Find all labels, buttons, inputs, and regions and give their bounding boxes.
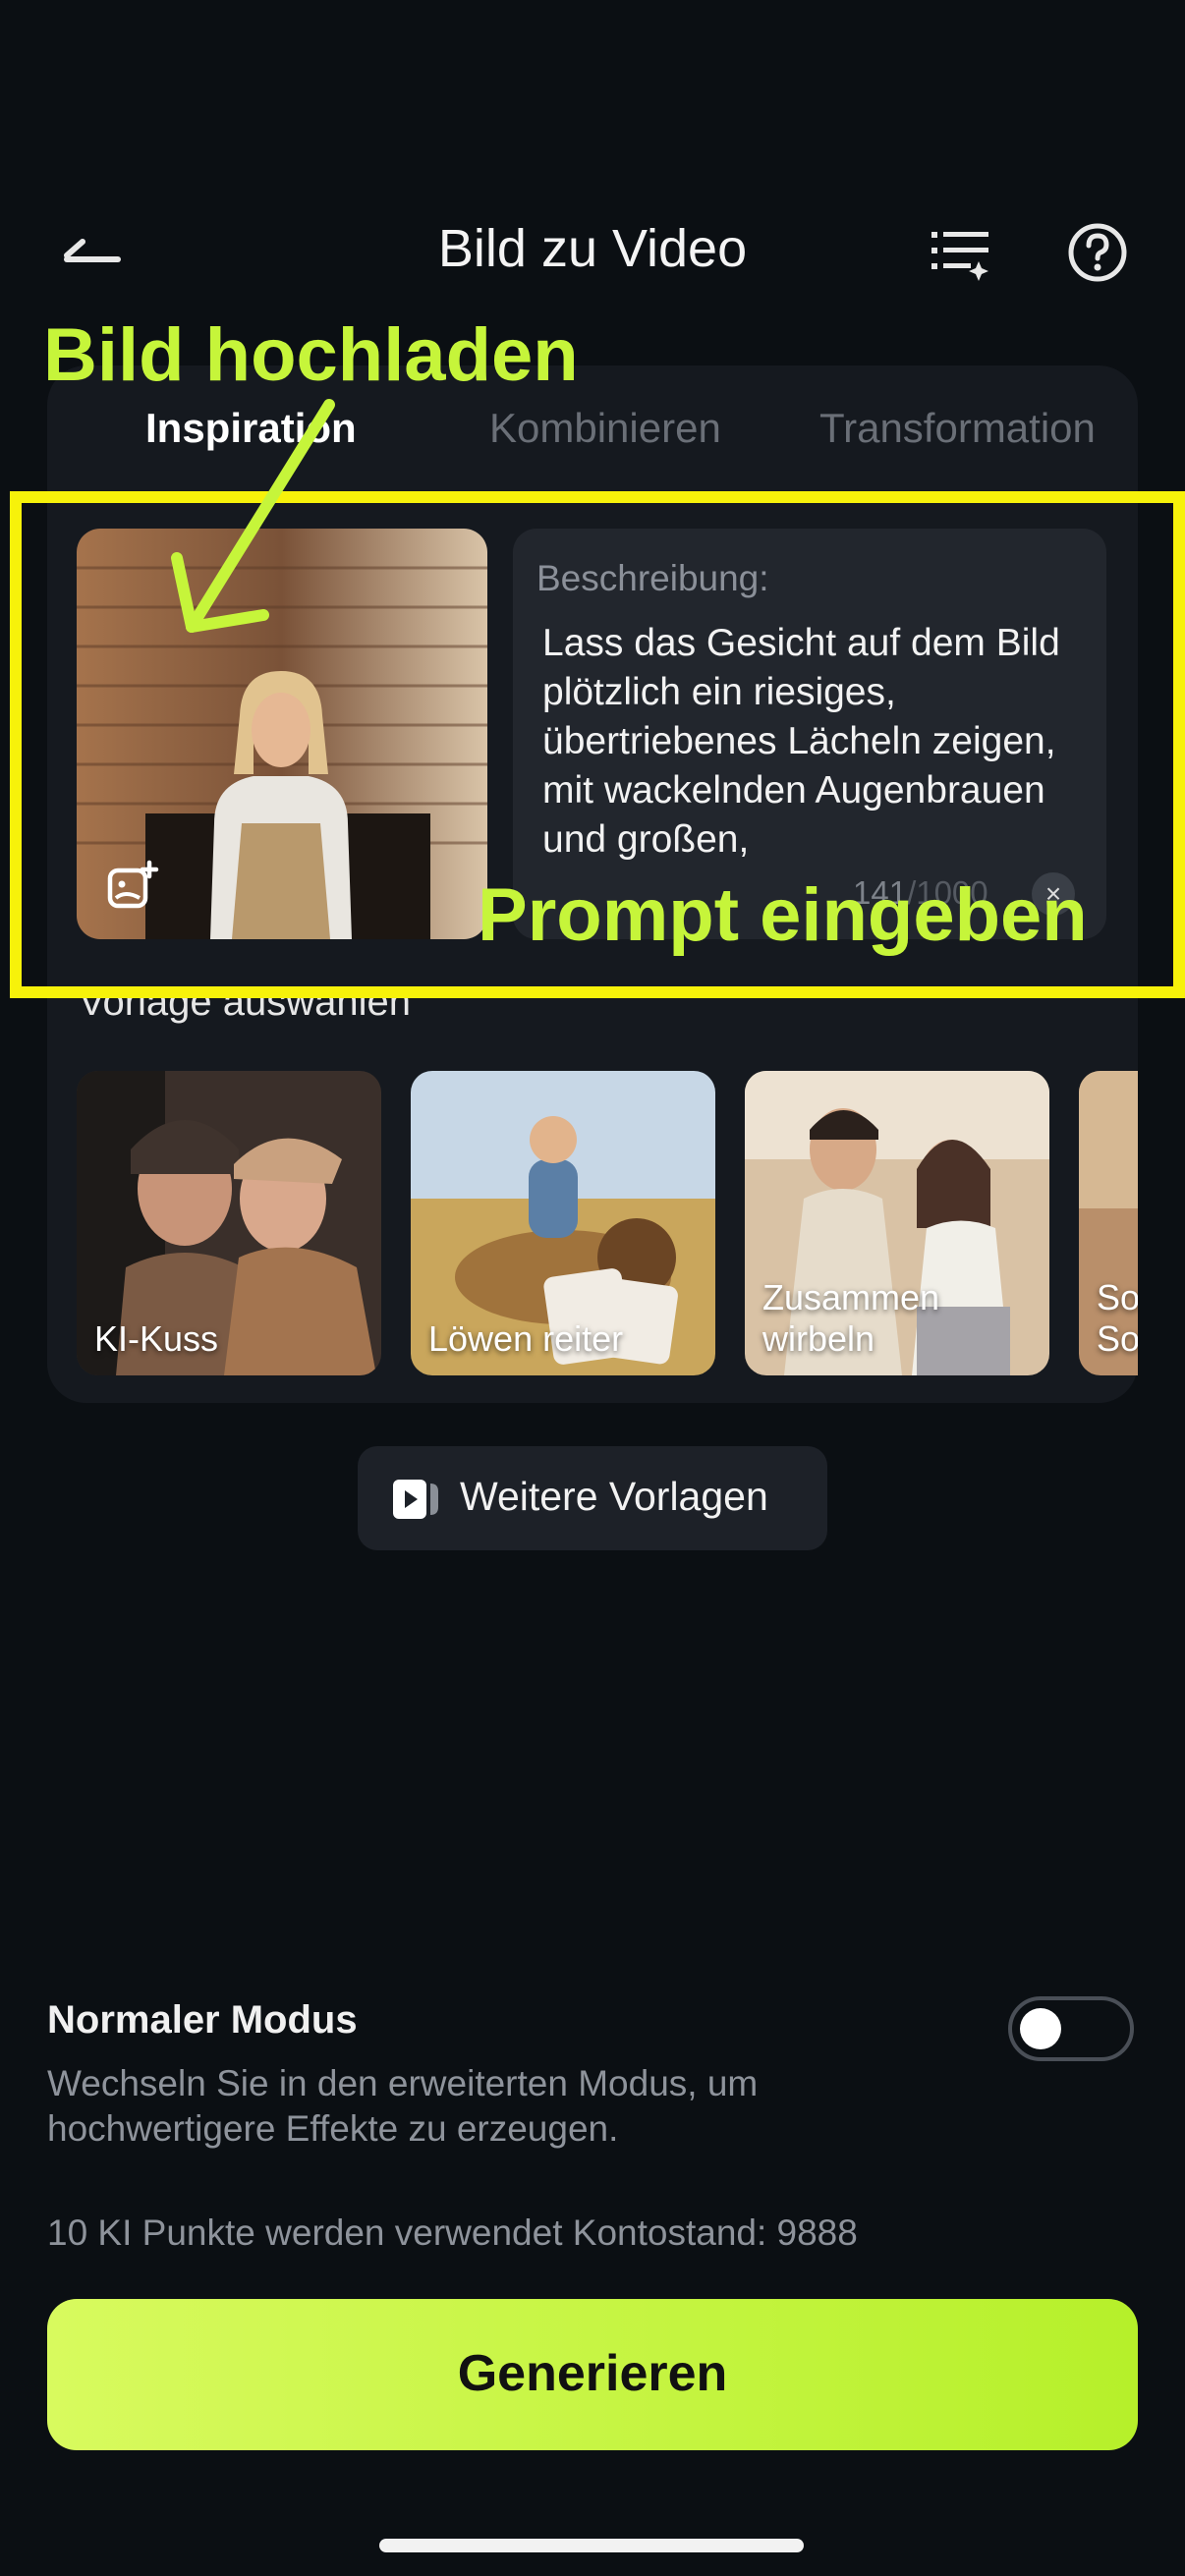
help-button[interactable] [1063, 218, 1132, 287]
tab-transformation[interactable]: Transformation [819, 405, 1096, 452]
more-templates-button[interactable]: Weitere Vorlagen [358, 1446, 827, 1550]
mode-description: Wechseln Sie in den erweiterten Modus, u… [47, 2063, 759, 2149]
template-label: Löwen reiter [428, 1318, 624, 1359]
more-templates-label: Weitere Vorlagen [460, 1474, 768, 1519]
template-label: So So [1097, 1277, 1138, 1359]
template-label: Zusammen wirbeln [762, 1277, 940, 1359]
template-card-loewen-reiter[interactable]: Löwen reiter [411, 1071, 715, 1375]
template-card-ki-kuss[interactable]: KI-Kuss [77, 1071, 381, 1375]
tab-kombinieren[interactable]: Kombinieren [489, 405, 721, 452]
mode-title: Normaler Modus [47, 1998, 358, 2042]
points-balance-text: 10 KI Punkte werden verwendet Kontostand… [47, 2212, 858, 2253]
question-mark-icon [1068, 223, 1127, 282]
template-label: KI-Kuss [94, 1318, 219, 1359]
annotation-upload-label: Bild hochladen [43, 313, 579, 397]
toggle-knob [1020, 2008, 1061, 2049]
annotation-prompt-label: Prompt eingeben [478, 873, 1088, 957]
history-list-button[interactable] [922, 218, 1000, 287]
annotation-arrow-icon [171, 399, 335, 633]
advanced-mode-toggle[interactable] [1008, 1996, 1134, 2061]
generate-button[interactable]: Generieren [47, 2299, 1138, 2450]
page-title: Bild zu Video [437, 219, 748, 278]
video-template-icon [393, 1480, 438, 1519]
list-icon [931, 232, 988, 281]
template-card-partial[interactable]: So So [1079, 1071, 1138, 1375]
home-indicator[interactable] [379, 2539, 804, 2552]
generate-label: Generieren [457, 2345, 728, 2402]
template-card-zusammen-wirbeln[interactable]: Zusammen wirbeln [745, 1071, 1049, 1375]
